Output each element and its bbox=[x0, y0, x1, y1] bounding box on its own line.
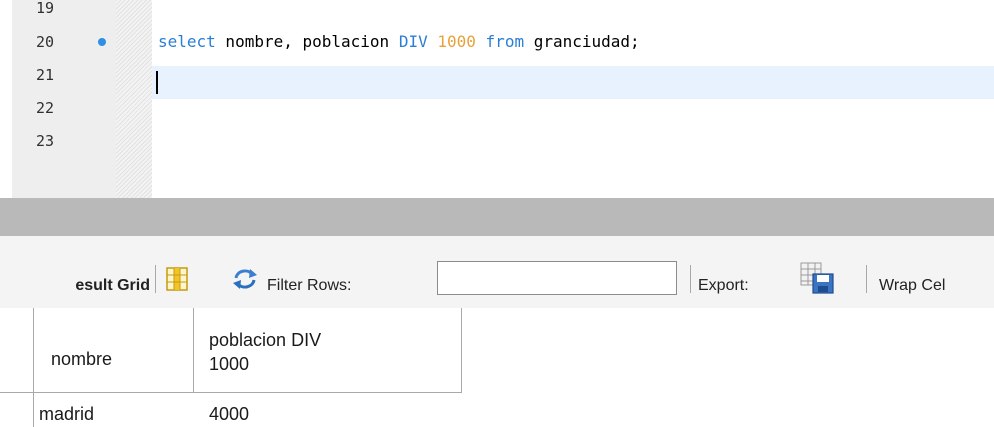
sql-editor[interactable]: 19 20 21 22 23 select nombre, poblacion … bbox=[0, 0, 994, 198]
grid-empty-header-area bbox=[462, 308, 994, 393]
row-header-corner[interactable] bbox=[0, 308, 34, 393]
sql-number: 1000 bbox=[437, 32, 476, 51]
export-icon[interactable] bbox=[800, 262, 836, 294]
toolbar-separator bbox=[155, 265, 156, 293]
column-header-poblacion-div-1000[interactable]: poblacion DIV 1000 bbox=[194, 308, 462, 393]
toolbar-separator bbox=[690, 265, 691, 293]
sql-keyword: select bbox=[158, 32, 216, 51]
toolbar-separator bbox=[866, 265, 867, 293]
fold-margin bbox=[116, 0, 152, 198]
sql-text: granciudad; bbox=[524, 32, 640, 51]
editor-margin bbox=[0, 0, 12, 198]
column-header-nombre[interactable]: nombre bbox=[34, 308, 194, 393]
table-cell[interactable]: 4000 bbox=[194, 393, 462, 427]
cell-value: madrid bbox=[39, 404, 95, 424]
column-header-label: nombre bbox=[51, 348, 113, 369]
refresh-icon[interactable] bbox=[232, 268, 258, 290]
export-label: Export: bbox=[698, 277, 749, 294]
sql-keyword: DIV bbox=[398, 32, 428, 51]
text-caret bbox=[156, 71, 158, 94]
wrap-cell-content-label[interactable]: Wrap Cel bbox=[879, 277, 945, 295]
line-number: 21 bbox=[36, 66, 55, 84]
cell-value: 4000 bbox=[209, 404, 250, 424]
table-cell[interactable]: madrid bbox=[34, 393, 194, 427]
sql-text: nombre, poblacion bbox=[215, 32, 399, 51]
line-number: 20 bbox=[36, 33, 55, 51]
filter-rows-input[interactable] bbox=[437, 261, 677, 295]
current-line-highlight bbox=[152, 66, 994, 99]
line-number-gutter: 19 20 21 22 23 bbox=[12, 0, 116, 198]
grid-layout-icon[interactable] bbox=[166, 267, 188, 291]
filter-rows-label: Filter Rows: bbox=[267, 277, 352, 294]
line-number: 19 bbox=[36, 0, 55, 17]
row-header[interactable] bbox=[0, 393, 34, 427]
result-toolbar: esult Grid Filter Rows: Export: Wrap Cel bbox=[0, 236, 994, 308]
breakpoint-dot-icon[interactable] bbox=[98, 38, 106, 46]
result-grid[interactable]: nombre poblacion DIV 1000 madrid 4000 bbox=[0, 308, 994, 427]
line-number: 23 bbox=[36, 132, 55, 150]
column-header-label: poblacion DIV 1000 bbox=[209, 330, 322, 374]
panel-splitter[interactable] bbox=[0, 198, 994, 236]
result-grid-tab[interactable]: esult Grid bbox=[0, 277, 150, 295]
line-number: 22 bbox=[36, 99, 55, 117]
code-line[interactable]: select nombre, poblacion DIV 1000 from g… bbox=[158, 26, 640, 58]
sql-keyword: from bbox=[485, 32, 525, 51]
